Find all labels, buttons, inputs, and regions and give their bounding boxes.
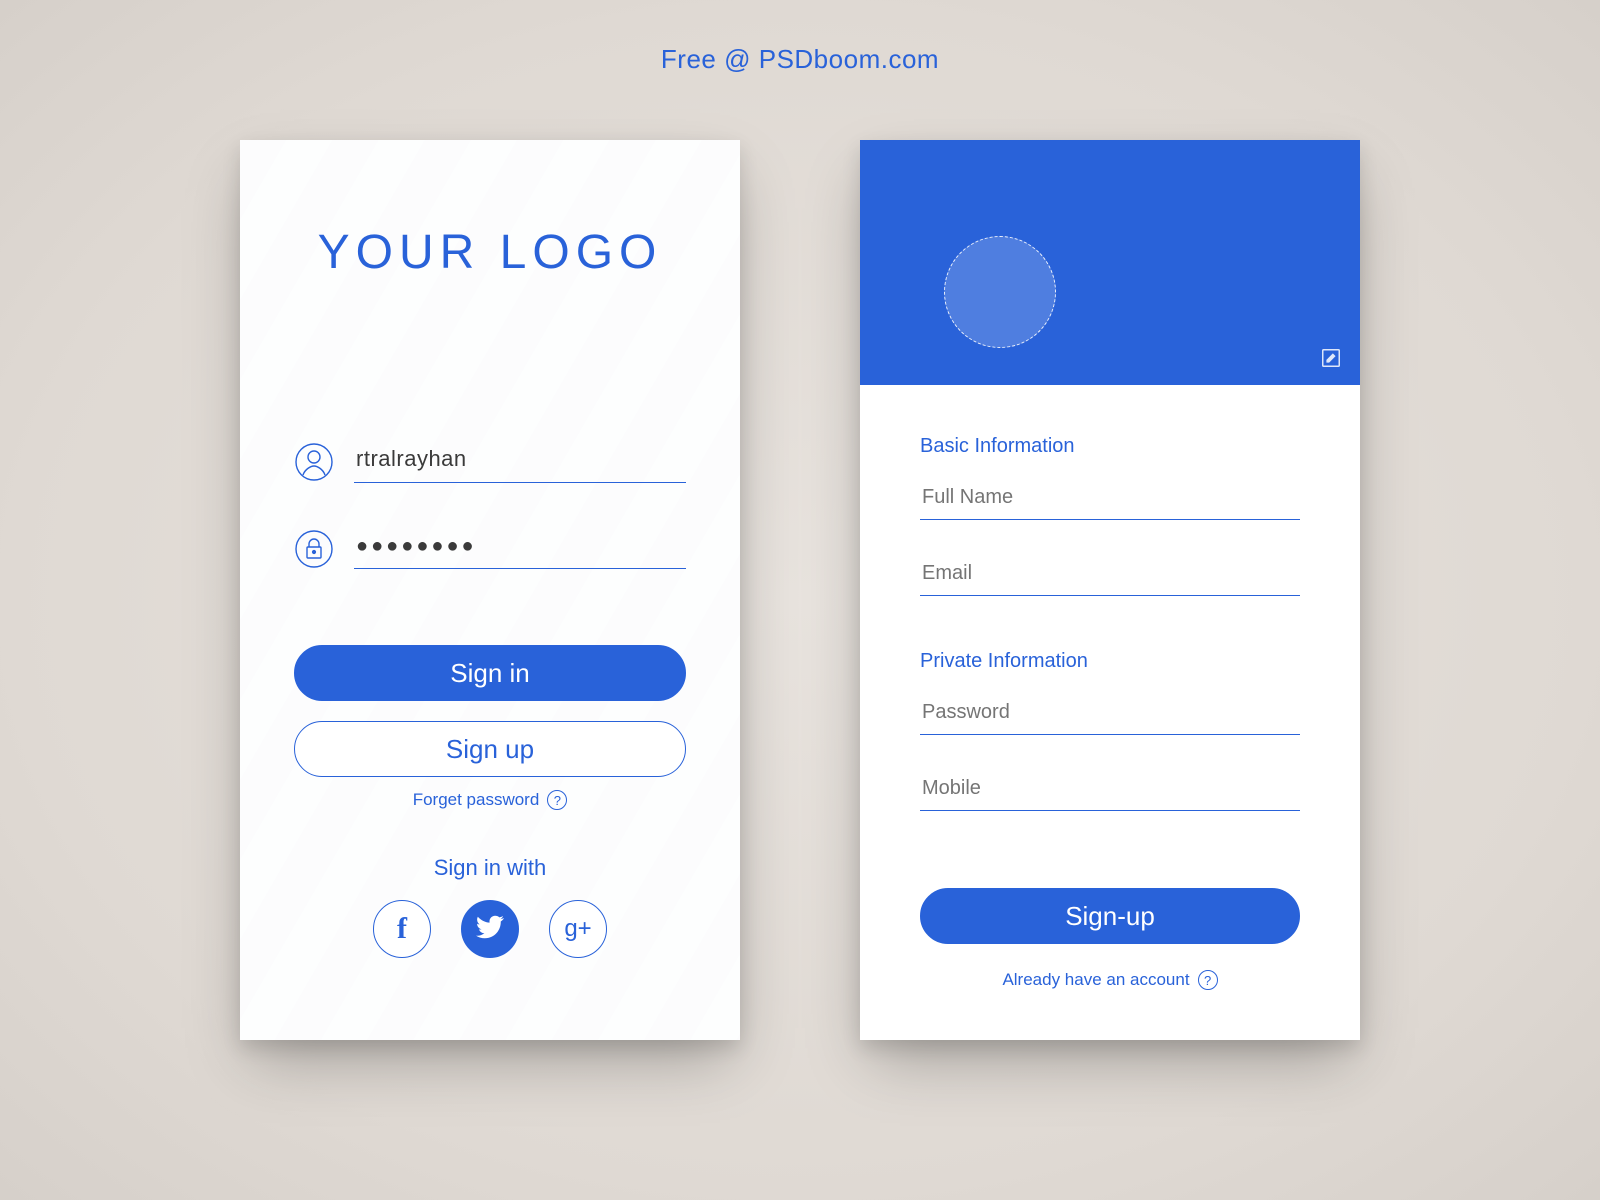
password-input[interactable] xyxy=(354,529,686,569)
avatar-upload[interactable] xyxy=(944,236,1056,348)
facebook-icon: f xyxy=(397,912,407,946)
forgot-password-label: Forget password xyxy=(413,790,540,810)
forgot-password-link[interactable]: Forget password ? xyxy=(240,790,740,810)
already-have-account-link[interactable]: Already have an account ? xyxy=(860,970,1360,990)
logo-text: YOUR LOGO xyxy=(240,225,740,280)
help-icon: ? xyxy=(547,790,567,810)
lock-icon xyxy=(294,529,334,569)
signin-button[interactable]: Sign in xyxy=(294,645,686,701)
edit-icon[interactable] xyxy=(1320,347,1342,369)
email-input[interactable] xyxy=(920,558,1300,596)
google-plus-button[interactable]: g+ xyxy=(549,900,607,958)
help-icon: ? xyxy=(1198,970,1218,990)
attribution-text: Free @ PSDboom.com xyxy=(0,44,1600,75)
signup-button[interactable]: Sign up xyxy=(294,721,686,777)
facebook-button[interactable]: f xyxy=(373,900,431,958)
private-section-title: Private Information xyxy=(920,650,1300,673)
basic-section-title: Basic Information xyxy=(920,435,1300,458)
signup-header xyxy=(860,140,1360,385)
signin-with-label: Sign in with xyxy=(240,855,740,881)
fullname-input[interactable] xyxy=(920,482,1300,520)
google-plus-icon: g+ xyxy=(564,915,591,943)
signup-card: Basic Information Private Information Si… xyxy=(860,140,1360,1040)
mobile-input[interactable] xyxy=(920,773,1300,811)
password-input[interactable] xyxy=(920,697,1300,735)
username-input[interactable] xyxy=(354,440,686,483)
user-icon xyxy=(294,442,334,482)
twitter-button[interactable] xyxy=(461,900,519,958)
twitter-icon xyxy=(475,912,505,947)
already-have-account-label: Already have an account xyxy=(1002,970,1189,990)
signup-submit-button[interactable]: Sign-up xyxy=(920,888,1300,944)
login-card: YOUR LOGO xyxy=(240,140,740,1040)
